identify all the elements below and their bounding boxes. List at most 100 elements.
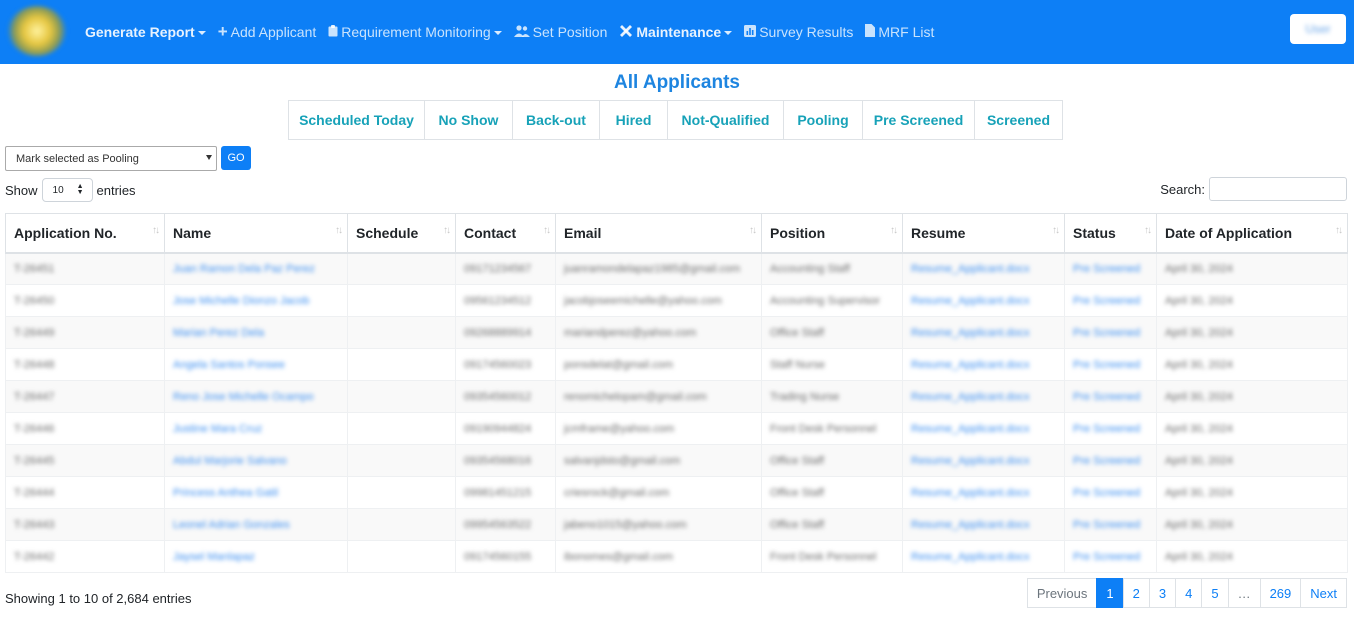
column-status-cell[interactable]: Pre Screened: [1064, 412, 1157, 445]
column-name-cell[interactable]: Princess Anthea Gatil: [164, 476, 348, 509]
nav-mrf-list[interactable]: MRF List: [865, 24, 934, 40]
column-resume-cell[interactable]: Resume_Applicant.docx: [902, 508, 1065, 541]
search-input[interactable]: [1209, 177, 1347, 201]
cell-link[interactable]: Marian Perez Dela: [173, 327, 264, 339]
column-resume-header[interactable]: Resume ↑↓: [902, 213, 1065, 254]
column-status-cell[interactable]: Pre Screened: [1064, 444, 1157, 477]
column-status-cell[interactable]: Pre Screened: [1064, 348, 1157, 381]
nav-maintenance[interactable]: Maintenance: [619, 24, 733, 41]
page-269-button[interactable]: 269: [1259, 578, 1302, 608]
nav-survey-results[interactable]: Survey Results: [744, 24, 853, 40]
cell-link[interactable]: Pre Screened: [1073, 487, 1140, 499]
user-menu-button[interactable]: User: [1290, 14, 1346, 44]
column-status-cell[interactable]: Pre Screened: [1064, 476, 1157, 509]
column-resume-cell[interactable]: Resume_Applicant.docx: [902, 348, 1065, 381]
column-resume-cell[interactable]: Resume_Applicant.docx: [902, 252, 1065, 285]
cell-link[interactable]: Pre Screened: [1073, 263, 1140, 275]
cell-link[interactable]: Resume_Applicant.docx: [911, 263, 1030, 275]
tab-not-qualified[interactable]: Not-Qualified: [667, 100, 784, 140]
column-status-header[interactable]: Status ↑↓: [1064, 213, 1157, 254]
cell-link[interactable]: Pre Screened: [1073, 327, 1140, 339]
column-contact-header[interactable]: Contact ↑↓: [455, 213, 556, 254]
company-logo[interactable]: [8, 6, 66, 56]
nav-add-applicant[interactable]: + Add Applicant: [218, 22, 317, 42]
previous-page-button[interactable]: Previous: [1026, 578, 1098, 608]
column-name-cell[interactable]: Justine Mara Cruz: [164, 412, 348, 445]
column-name-cell[interactable]: Angela Santos Ponsee: [164, 348, 348, 381]
entries-length-select[interactable]: 10 ▲ ▼: [41, 178, 93, 202]
cell-link[interactable]: Resume_Applicant.docx: [911, 455, 1030, 467]
column-name-cell[interactable]: Jose Michelle Dionzo Jacob: [164, 284, 348, 317]
tab-scheduled-today[interactable]: Scheduled Today: [288, 100, 425, 140]
column-name-cell[interactable]: Jaysel Manlapaz: [164, 540, 348, 573]
table-row[interactable]: T-26446 Justine Mara Cruz 09190944824 jcmfr…: [5, 412, 1348, 445]
page-4-button[interactable]: 4: [1175, 578, 1203, 608]
cell-link[interactable]: Leonel Adrian Gonzales: [173, 519, 290, 531]
tab-pooling[interactable]: Pooling: [783, 100, 863, 140]
column-resume-cell[interactable]: Resume_Applicant.docx: [902, 540, 1065, 573]
nav-set-position[interactable]: Set Position: [513, 24, 607, 40]
column-name-cell[interactable]: Reno Jose Michelle Ocampo: [164, 380, 348, 413]
column-application-no-header[interactable]: Application No. ↑↓: [5, 213, 165, 254]
cell-link[interactable]: Resume_Applicant.docx: [911, 519, 1030, 531]
cell-link[interactable]: Abdul Marjorie Salvano: [173, 455, 287, 467]
cell-link[interactable]: Resume_Applicant.docx: [911, 295, 1030, 307]
column-name-cell[interactable]: Marian Perez Dela: [164, 316, 348, 349]
bulk-action-select[interactable]: Mark selected as Pooling: [5, 146, 217, 171]
cell-link[interactable]: Justine Mara Cruz: [173, 423, 262, 435]
cell-link[interactable]: Pre Screened: [1073, 519, 1140, 531]
table-row[interactable]: T-26448 Angela Santos Ponsee 09174560023 po…: [5, 348, 1348, 381]
go-button[interactable]: GO: [221, 146, 251, 170]
page-1-button[interactable]: 1: [1096, 578, 1124, 608]
table-row[interactable]: T-26451 Juan Ramon Dela Paz Perez 09171234…: [5, 252, 1348, 285]
cell-link[interactable]: Resume_Applicant.docx: [911, 327, 1030, 339]
tab-screened[interactable]: Screened: [974, 100, 1063, 140]
cell-link[interactable]: Pre Screened: [1073, 551, 1140, 563]
column-status-cell[interactable]: Pre Screened: [1064, 540, 1157, 573]
table-row[interactable]: T-26442 Jaysel Manlapaz 09174560155 ibonome…: [5, 540, 1348, 573]
column-email-header[interactable]: Email ↑↓: [555, 213, 762, 254]
column-status-cell[interactable]: Pre Screened: [1064, 508, 1157, 541]
cell-link[interactable]: Pre Screened: [1073, 455, 1140, 467]
column-status-cell[interactable]: Pre Screened: [1064, 316, 1157, 349]
cell-link[interactable]: Resume_Applicant.docx: [911, 551, 1030, 563]
table-row[interactable]: T-26443 Leonel Adrian Gonzales 09954563522…: [5, 508, 1348, 541]
next-page-button[interactable]: Next: [1300, 578, 1347, 608]
cell-link[interactable]: Angela Santos Ponsee: [173, 359, 285, 371]
column-name-header[interactable]: Name ↑↓: [164, 213, 348, 254]
cell-link[interactable]: Pre Screened: [1073, 423, 1140, 435]
column-schedule-header[interactable]: Schedule ↑↓: [347, 213, 456, 254]
page-5-button[interactable]: 5: [1201, 578, 1229, 608]
column-position-header[interactable]: Position ↑↓: [761, 213, 903, 254]
column-resume-cell[interactable]: Resume_Applicant.docx: [902, 444, 1065, 477]
column-resume-cell[interactable]: Resume_Applicant.docx: [902, 380, 1065, 413]
cell-link[interactable]: Pre Screened: [1073, 391, 1140, 403]
column-status-cell[interactable]: Pre Screened: [1064, 380, 1157, 413]
cell-link[interactable]: Jaysel Manlapaz: [173, 551, 255, 563]
column-resume-cell[interactable]: Resume_Applicant.docx: [902, 316, 1065, 349]
nav-generate-report[interactable]: Generate Report: [85, 24, 206, 40]
cell-link[interactable]: Juan Ramon Dela Paz Perez: [173, 263, 315, 275]
column-name-cell[interactable]: Juan Ramon Dela Paz Perez: [164, 252, 348, 285]
cell-link[interactable]: Resume_Applicant.docx: [911, 359, 1030, 371]
cell-link[interactable]: Resume_Applicant.docx: [911, 487, 1030, 499]
cell-link[interactable]: Pre Screened: [1073, 359, 1140, 371]
cell-link[interactable]: Pre Screened: [1073, 295, 1140, 307]
tab-hired[interactable]: Hired: [599, 100, 668, 140]
cell-link[interactable]: Jose Michelle Dionzo Jacob: [173, 295, 309, 307]
tab-pre-screened[interactable]: Pre Screened: [862, 100, 975, 140]
cell-link[interactable]: Reno Jose Michelle Ocampo: [173, 391, 314, 403]
column-name-cell[interactable]: Abdul Marjorie Salvano: [164, 444, 348, 477]
table-row[interactable]: T-26444 Princess Anthea Gatil 09981451215 c…: [5, 476, 1348, 509]
nav-requirement-monitoring[interactable]: Requirement Monitoring: [328, 24, 502, 40]
column-date-of-application-header[interactable]: Date of Application ↑↓: [1156, 213, 1348, 254]
column-status-cell[interactable]: Pre Screened: [1064, 252, 1157, 285]
table-row[interactable]: T-26445 Abdul Marjorie Salvano 09354568016…: [5, 444, 1348, 477]
column-status-cell[interactable]: Pre Screened: [1064, 284, 1157, 317]
cell-link[interactable]: Resume_Applicant.docx: [911, 423, 1030, 435]
table-row[interactable]: T-26447 Reno Jose Michelle Ocampo 09354560…: [5, 380, 1348, 413]
column-resume-cell[interactable]: Resume_Applicant.docx: [902, 284, 1065, 317]
table-row[interactable]: T-26449 Marian Perez Dela 09268889914 maria…: [5, 316, 1348, 349]
column-resume-cell[interactable]: Resume_Applicant.docx: [902, 476, 1065, 509]
column-name-cell[interactable]: Leonel Adrian Gonzales: [164, 508, 348, 541]
